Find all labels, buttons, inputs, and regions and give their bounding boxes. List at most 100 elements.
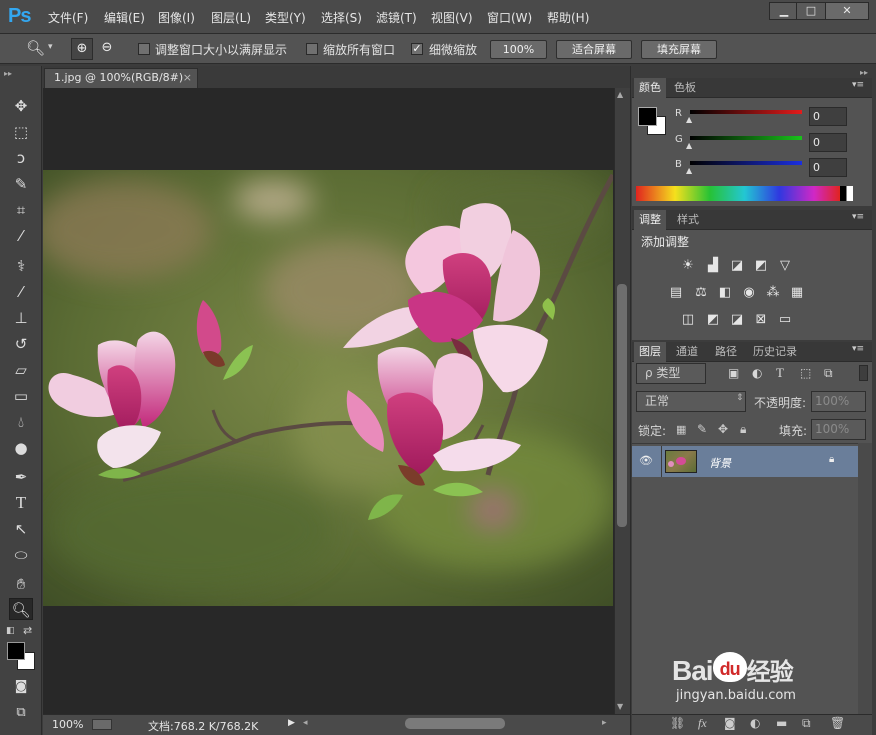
status-menu-arrow-icon[interactable]: ▶ (288, 718, 295, 728)
eraser-tool-icon[interactable]: ▱ (9, 359, 33, 381)
posterize-icon[interactable]: ◩ (705, 312, 721, 328)
filter-shape-icon[interactable]: ⬚ (800, 366, 811, 380)
tab-styles[interactable]: 样式 (672, 210, 704, 230)
move-tool-icon[interactable]: ✥ (9, 95, 33, 117)
quick-select-tool-icon[interactable]: ✎ (9, 173, 33, 195)
hue-saturation-icon[interactable]: ▤ (668, 285, 684, 301)
filter-pixel-icon[interactable]: ▣ (728, 366, 739, 380)
scroll-left-icon[interactable]: ◂ (303, 718, 308, 728)
menu-file[interactable]: 文件(F) (48, 9, 88, 26)
new-adjustment-icon[interactable]: ◐ (750, 716, 760, 730)
horizontal-scroll-thumb[interactable] (405, 718, 505, 729)
default-colors-icon[interactable]: ◧ (6, 626, 15, 636)
fill-field[interactable]: 100% (811, 419, 866, 440)
channel-mixer-icon[interactable]: ⁂ (765, 285, 781, 301)
menu-edit[interactable]: 编辑(E) (104, 9, 145, 26)
screen-mode-icon[interactable]: ⧉ (9, 702, 33, 724)
path-select-tool-icon[interactable]: ↖ (9, 518, 33, 540)
pen-tool-icon[interactable]: ✒ (9, 466, 33, 488)
lock-transparency-icon[interactable]: ▦ (676, 423, 686, 436)
scroll-up-icon[interactable]: ▲ (617, 90, 623, 99)
lock-all-icon[interactable]: 🔒︎ (740, 422, 746, 437)
zoom-all-checkbox[interactable] (306, 43, 318, 55)
tab-channels[interactable]: 通道 (671, 342, 703, 362)
hand-tool-icon[interactable]: ✋︎ (9, 573, 33, 595)
quick-mask-icon[interactable]: ◙ (9, 676, 33, 698)
curves-icon[interactable]: ◪ (729, 258, 745, 274)
new-layer-icon[interactable]: ⧉ (802, 716, 811, 731)
clone-stamp-tool-icon[interactable]: ⊥ (9, 307, 33, 329)
eyedropper-tool-icon[interactable]: ⁄ (9, 225, 33, 247)
type-tool-icon[interactable]: T (9, 492, 33, 514)
eye-icon[interactable]: 👁︎ (639, 454, 653, 467)
status-icon[interactable] (92, 719, 112, 730)
layer-name[interactable]: 背景 (709, 455, 731, 471)
gradient-tool-icon[interactable]: ▭ (9, 385, 33, 407)
dodge-tool-icon[interactable]: ● (9, 437, 33, 459)
red-slider-handle-icon[interactable]: ▲ (686, 115, 692, 124)
gradient-map-icon[interactable]: ▭ (777, 312, 793, 328)
menu-type[interactable]: 类型(Y) (265, 9, 306, 26)
minimize-button[interactable]: ▁ (769, 2, 799, 20)
opacity-field[interactable]: 100% (811, 391, 866, 412)
delete-layer-icon[interactable]: 🗑︎ (830, 716, 845, 730)
document-tab[interactable]: 1.jpg @ 100%(RGB/8#) × (44, 68, 198, 88)
blur-tool-icon[interactable]: 💧︎ (9, 411, 33, 433)
maximize-button[interactable]: □ (796, 2, 826, 20)
green-value[interactable]: 0 (809, 133, 847, 152)
tab-color[interactable]: 颜色 (634, 78, 666, 98)
red-value[interactable]: 0 (809, 107, 847, 126)
expand-panels-icon[interactable]: ▸▸ (860, 68, 868, 77)
scroll-right-icon[interactable]: ▸ (602, 718, 607, 728)
invert-icon[interactable]: ◫ (680, 312, 696, 328)
history-brush-tool-icon[interactable]: ↺ (9, 333, 33, 355)
panel-menu-icon[interactable]: ▾≡ (852, 212, 864, 222)
close-button[interactable]: ✕ (825, 2, 869, 20)
menu-view[interactable]: 视图(V) (431, 9, 473, 26)
close-tab-icon[interactable]: × (183, 69, 192, 87)
color-balance-icon[interactable]: ⚖ (693, 285, 709, 301)
panel-menu-icon[interactable]: ▾≡ (852, 80, 864, 90)
blue-slider[interactable] (690, 161, 802, 165)
lock-position-icon[interactable]: ✥ (718, 422, 728, 436)
green-slider[interactable] (690, 136, 802, 140)
document-image[interactable] (43, 170, 613, 606)
zoom-tool-active-icon[interactable]: 🔍︎ (9, 598, 33, 620)
menu-image[interactable]: 图像(I) (158, 9, 195, 26)
add-mask-icon[interactable]: ◙ (724, 716, 736, 730)
vertical-scroll-thumb[interactable] (617, 284, 627, 527)
scroll-down-icon[interactable]: ▼ (617, 702, 623, 711)
red-slider[interactable] (690, 110, 802, 114)
color-spectrum[interactable] (636, 186, 853, 201)
layer-style-icon[interactable]: fx (698, 716, 707, 731)
zoom-level[interactable]: 100% (52, 718, 83, 731)
ellipse-tool-icon[interactable]: ⬭ (9, 544, 33, 566)
zoom-in-icon[interactable]: ⊕ (71, 38, 93, 60)
foreground-swatch[interactable] (638, 107, 657, 126)
lock-pixels-icon[interactable]: ✎ (697, 422, 707, 436)
threshold-icon[interactable]: ◪ (729, 312, 745, 328)
menu-help[interactable]: 帮助(H) (547, 9, 589, 26)
collapse-icon[interactable]: ▸▸ (4, 69, 12, 78)
fit-screen-button[interactable]: 适合屏幕 (556, 40, 632, 59)
new-group-icon[interactable]: ▬ (776, 716, 787, 730)
layers-scrollbar[interactable] (858, 443, 872, 714)
levels-icon[interactable]: ▟ (705, 258, 721, 274)
actual-pixels-button[interactable]: 100% (490, 40, 547, 59)
crop-tool-icon[interactable]: ⌗ (9, 199, 33, 221)
tab-adjustments[interactable]: 调整 (634, 210, 666, 230)
color-lookup-icon[interactable]: ▦ (789, 285, 805, 301)
tab-swatches[interactable]: 色板 (669, 78, 701, 98)
blend-mode-dropdown[interactable]: 正常 (636, 391, 746, 412)
photo-filter-icon[interactable]: ◉ (741, 285, 757, 301)
zoom-out-icon[interactable]: ⊖ (96, 38, 118, 60)
brush-tool-icon[interactable]: ⁄ (9, 281, 33, 303)
healing-brush-tool-icon[interactable]: ⚕ (9, 255, 33, 277)
filter-type-icon[interactable]: T (776, 365, 784, 381)
marquee-tool-icon[interactable]: ⬚ (9, 121, 33, 143)
vibrance-icon[interactable]: ▽ (777, 258, 793, 274)
zoom-tool-icon[interactable]: 🔍︎ (26, 39, 45, 57)
brightness-icon[interactable]: ☀ (680, 258, 696, 274)
fill-screen-button[interactable]: 填充屏幕 (641, 40, 717, 59)
green-slider-handle-icon[interactable]: ▲ (686, 141, 692, 150)
